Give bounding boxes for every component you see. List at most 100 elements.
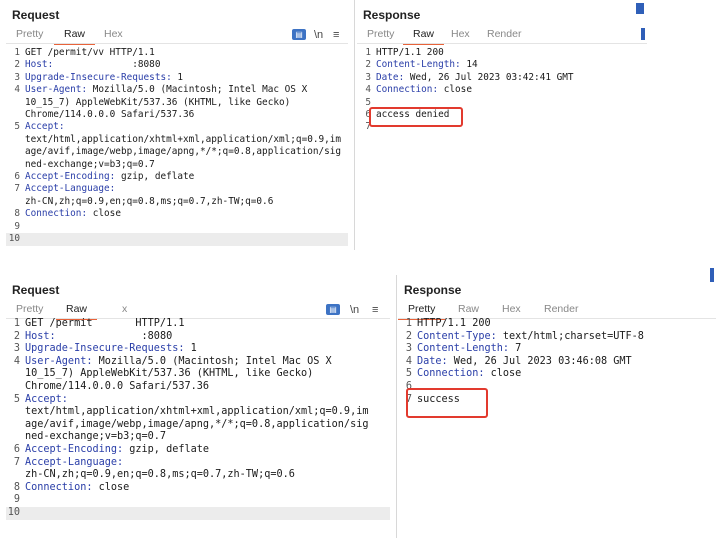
tab-raw[interactable]: Raw [53, 28, 96, 45]
line-text: Mozilla/5.0 (Macintosh; Intel Mac OS X [87, 84, 308, 96]
code-line: 8 Connection: close [6, 208, 348, 220]
line-number [6, 431, 25, 444]
line-number: 3 [365, 71, 371, 83]
code-line: 4 User-Agent: Mozilla/5.0 (Macintosh; Int… [6, 356, 390, 369]
line-text: Mozilla/5.0 (Macintosh; Intel Mac OS X [92, 355, 332, 367]
tab-pretty[interactable]: Pretty [16, 28, 43, 40]
line-text: 1 [171, 71, 184, 83]
tab-hex[interactable]: Hex [502, 303, 521, 315]
tab-hex[interactable]: x [122, 303, 127, 315]
line-text: 1 [184, 343, 197, 355]
line-number [6, 406, 25, 419]
tab-divider [6, 43, 348, 44]
line-text: 10_15_7) AppleWebKit/537.36 (KHTML, like… [25, 368, 314, 380]
header-name: Content-Type: [417, 330, 497, 342]
line-number: 3 [405, 343, 412, 355]
line-text: ned-exchange;v=b3;q=0.7 [25, 158, 155, 170]
code-line: 1 HTTP/1.1 200 [357, 47, 647, 59]
response-title: Response [404, 283, 462, 297]
line-number: 7 [13, 456, 20, 468]
code-line: 3 Content-Length: 7 [398, 343, 716, 356]
newline-toggle-icon[interactable]: \n [314, 29, 323, 41]
layout-icon-edge [641, 28, 645, 40]
line-number: 3 [14, 71, 20, 83]
line-number [6, 109, 25, 121]
line-text: Wed, 26 Jul 2023 03:42:41 GMT [404, 71, 574, 83]
code-line: 5 Accept: [6, 394, 390, 407]
tab-pretty[interactable]: Pretty [367, 28, 394, 40]
line-text: GET /permit HTTP/1.1 [25, 318, 185, 329]
line-text: age/avif,image/webp,image/apng,*/*;q=0.8… [25, 418, 369, 430]
code-line: zh-CN,zh;q=0.9,en;q=0.8,ms;q=0.7,zh-TW;q… [6, 469, 390, 482]
code-line: text/html,application/xhtml+xml,applicat… [6, 134, 348, 146]
line-number: 5 [13, 393, 20, 405]
line-number: 6 [14, 171, 20, 183]
line-text: gzip, deflate [123, 443, 210, 455]
tab-raw[interactable]: Raw [55, 303, 98, 320]
header-name: Upgrade-Insecure-Requests: [25, 343, 185, 355]
code-line: 7 Accept-Language: [6, 183, 348, 195]
tab-render[interactable]: Render [544, 303, 578, 315]
code-line: 10_15_7) AppleWebKit/537.36 (KHTML, like… [6, 97, 348, 109]
line-text: :8080 [55, 330, 173, 342]
request-editor[interactable]: 1 GET /permit HTTP/1.1 2 Host: :8080 3 Upgrad… [6, 318, 390, 520]
line-text: age/avif,image/webp,image/apng,*/*;q=0.8… [25, 146, 342, 158]
menu-icon[interactable]: ≡ [333, 29, 339, 41]
code-line: 6 Accept-Encoding: gzip, deflate [6, 171, 348, 183]
layout-icon[interactable] [710, 268, 714, 282]
panel-divider [354, 0, 355, 250]
tab-hex[interactable]: Hex [451, 28, 470, 40]
response-title: Response [363, 8, 421, 22]
code-line: 6 Accept-Encoding: gzip, deflate [6, 444, 390, 457]
line-text: text/html,application/xhtml+xml,applicat… [25, 133, 342, 145]
line-text: HTTP/1.1 200 [376, 47, 444, 58]
highlight-box-success [406, 388, 488, 418]
tab-render[interactable]: Render [487, 28, 521, 40]
line-text: close [438, 84, 472, 96]
line-number [6, 159, 25, 171]
code-line: ned-exchange;v=b3;q=0.7 [6, 431, 390, 444]
inspector-toggle-icon[interactable]: ▤ [292, 29, 306, 40]
menu-icon[interactable]: ≡ [372, 304, 378, 316]
code-line: Chrome/114.0.0.0 Safari/537.36 [6, 381, 390, 394]
line-number: 7 [14, 183, 20, 195]
header-name: Date: [417, 355, 448, 367]
code-line: 1 GET /permit/vv HTTP/1.1 [6, 47, 348, 59]
line-number: 1 [14, 47, 20, 58]
header-name: Connection: [25, 481, 93, 493]
line-number: 9 [14, 220, 20, 232]
code-line: zh-CN,zh;q=0.9,en;q=0.8,ms;q=0.7,zh-TW;q… [6, 196, 348, 208]
tab-hex[interactable]: Hex [104, 28, 123, 40]
bottom-request-panel: Request Pretty Raw x ▤ \n ≡ 1 GET /permit… [6, 275, 390, 538]
request-editor[interactable]: 1 GET /permit/vv HTTP/1.1 2 Host: :8080 3 Upg… [6, 47, 348, 246]
panel-divider [396, 275, 397, 538]
code-line: 3 Date: Wed, 26 Jul 2023 03:42:41 GMT [357, 72, 647, 84]
line-text: close [87, 208, 121, 220]
line-text: 14 [460, 59, 478, 71]
line-text: :8080 [53, 59, 161, 71]
line-number: 1 [13, 318, 20, 329]
code-line: 4 Date: Wed, 26 Jul 2023 03:46:08 GMT [398, 356, 716, 369]
tab-pretty[interactable]: Pretty [397, 303, 447, 320]
code-line: 10 [6, 233, 348, 246]
layout-icon[interactable] [636, 3, 644, 14]
header-name: Accept-Language: [25, 456, 124, 468]
line-number: 9 [13, 494, 20, 506]
header-name: Connection: [376, 84, 439, 96]
line-number: 5 [405, 368, 412, 380]
line-number: 4 [405, 355, 412, 367]
code-line: 3 Upgrade-Insecure-Requests: 1 [6, 343, 390, 356]
tab-raw[interactable]: Raw [402, 28, 445, 45]
code-line: 4 User-Agent: Mozilla/5.0 (Macintosh; Int… [6, 84, 348, 96]
inspector-toggle-icon[interactable]: ▤ [326, 304, 340, 315]
header-name: Accept-Encoding: [25, 443, 124, 455]
line-number: 1 [365, 47, 371, 58]
header-name: Accept-Encoding: [25, 171, 116, 183]
bottom-response-panel: Response Pretty Raw Hex Render 1 HTTP/1.1… [397, 275, 716, 538]
tab-pretty[interactable]: Pretty [16, 303, 43, 315]
newline-toggle-icon[interactable]: \n [350, 304, 359, 316]
code-line: ned-exchange;v=b3;q=0.7 [6, 159, 348, 171]
line-text: text/html;charset=UTF-8 [496, 330, 644, 342]
tab-raw[interactable]: Raw [458, 303, 479, 315]
line-number: 2 [13, 330, 20, 342]
